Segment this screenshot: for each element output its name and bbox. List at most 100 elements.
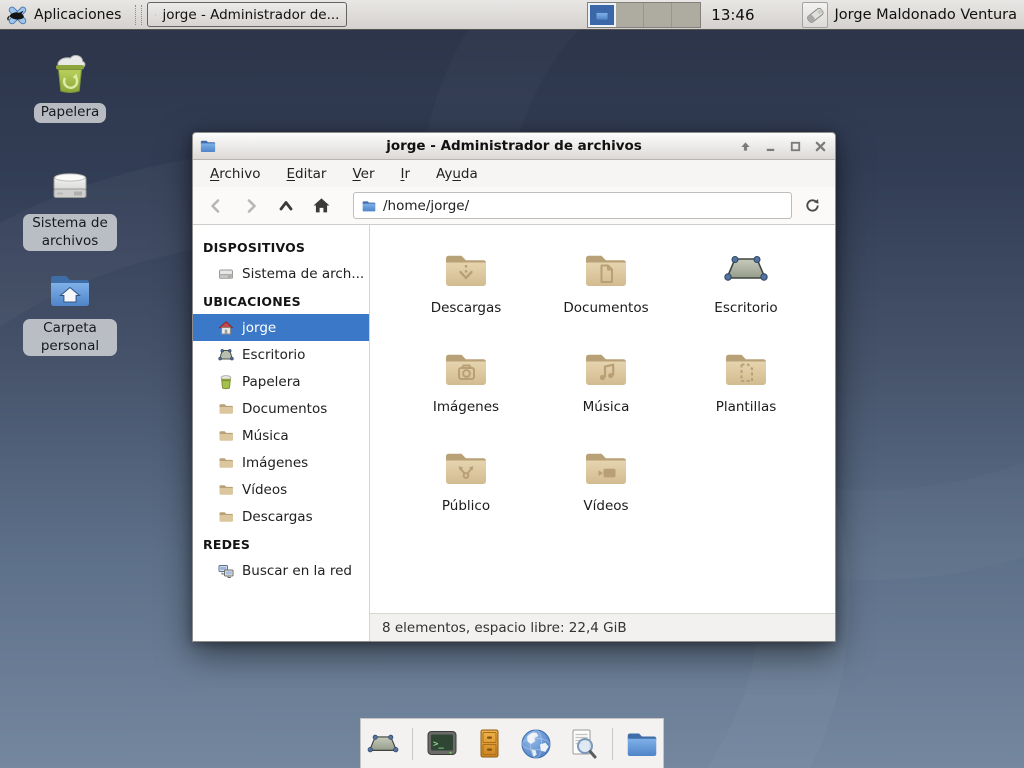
sidebar-item-buscar-en-la-red[interactable]: Buscar en la red <box>193 557 369 584</box>
home-icon <box>218 320 234 336</box>
up-button[interactable] <box>271 192 301 220</box>
show-desktop-icon <box>366 727 400 761</box>
terminal-launcher[interactable] <box>424 726 460 762</box>
home-button[interactable] <box>306 192 336 220</box>
workspace-1[interactable] <box>588 3 616 27</box>
file-descargas[interactable]: Descargas <box>396 245 536 344</box>
sidebar-item-musica[interactable]: Música <box>193 422 369 449</box>
folder-music-icon <box>582 344 630 392</box>
sidebar-item-escritorio[interactable]: Escritorio <box>193 341 369 368</box>
file-name: Imágenes <box>433 399 499 415</box>
shade-icon <box>739 140 752 153</box>
minimize-icon <box>764 140 777 153</box>
path-text: /home/jorge/ <box>383 198 469 214</box>
file-name: Descargas <box>431 300 502 316</box>
sidebar-item-documentos[interactable]: Documentos <box>193 395 369 422</box>
file-manager-window-icon <box>155 7 156 23</box>
search-files-launcher[interactable] <box>565 726 601 762</box>
file-view: Descargas Documentos Escritorio <box>370 225 835 641</box>
menu-editar[interactable]: Editar <box>273 162 339 186</box>
sidebar-item-label: Imágenes <box>242 455 308 471</box>
shade-button[interactable] <box>736 137 754 155</box>
harddrive-icon <box>46 161 94 209</box>
menu-ver[interactable]: Ver <box>339 162 387 186</box>
user-action-icon-box <box>802 2 828 28</box>
file-escritorio[interactable]: Escritorio <box>676 245 816 344</box>
menu-ir[interactable]: Ir <box>388 162 424 186</box>
folder-icon <box>218 509 234 525</box>
file-videos[interactable]: Vídeos <box>536 443 676 542</box>
minimize-button[interactable] <box>761 137 779 155</box>
folder-documents-icon <box>582 245 630 293</box>
file-name: Público <box>442 498 490 514</box>
sidebar-item-label: Documentos <box>242 401 327 417</box>
file-publico[interactable]: Público <box>396 443 536 542</box>
sidebar-item-sistema-de-archivos[interactable]: Sistema de arch... <box>193 260 369 287</box>
xfce-logo-icon <box>6 3 29 26</box>
window-titlebar[interactable]: jorge - Administrador de archivos <box>193 133 835 160</box>
search-files-icon <box>566 727 600 761</box>
file-name: Escritorio <box>714 300 777 316</box>
sidebar-item-jorge[interactable]: jorge <box>193 314 369 341</box>
file-name: Documentos <box>563 300 648 316</box>
web-browser-launcher[interactable] <box>518 726 554 762</box>
path-folder-icon <box>361 198 377 214</box>
workspace-4[interactable] <box>672 3 700 27</box>
sidebar: DISPOSITIVOS Sistema de arch... UBICACIO… <box>193 225 370 641</box>
statusbar-text: 8 elementos, espacio libre: 22,4 GiB <box>382 620 627 636</box>
sidebar-item-papelera[interactable]: Papelera <box>193 368 369 395</box>
user-name: Jorge Maldonado Ventura <box>835 7 1017 23</box>
sidebar-item-label: Descargas <box>242 509 313 525</box>
file-manager-window: jorge - Administrador de archivos Archiv… <box>192 132 836 642</box>
sidebar-item-descargas[interactable]: Descargas <box>193 503 369 530</box>
network-icon <box>218 563 234 579</box>
desktop-icon-papelera[interactable]: Papelera <box>22 50 118 123</box>
menu-archivo[interactable]: Archivo <box>197 162 273 186</box>
file-imagenes[interactable]: Imágenes <box>396 344 536 443</box>
file-plantillas[interactable]: Plantillas <box>676 344 816 443</box>
show-desktop-button[interactable] <box>365 726 401 762</box>
folder-public-icon <box>442 443 490 491</box>
menu-ayuda[interactable]: Ayuda <box>423 162 491 186</box>
folder-icon <box>218 428 234 444</box>
forward-button[interactable] <box>236 192 266 220</box>
trash-icon <box>218 374 234 390</box>
folder-icon <box>218 455 234 471</box>
file-documentos[interactable]: Documentos <box>536 245 676 344</box>
up-icon <box>277 197 295 215</box>
sidebar-item-imagenes[interactable]: Imágenes <box>193 449 369 476</box>
sidebar-item-label: Vídeos <box>242 482 287 498</box>
path-entry[interactable]: /home/jorge/ <box>353 192 792 219</box>
workspace-switcher <box>587 2 701 28</box>
sidebar-item-label: Sistema de arch... <box>242 266 364 282</box>
reload-button[interactable] <box>797 192 827 220</box>
folder-templates-icon <box>722 344 770 392</box>
folder-icon <box>218 401 234 417</box>
file-grid[interactable]: Descargas Documentos Escritorio <box>370 225 835 613</box>
back-button[interactable] <box>201 192 231 220</box>
desktop-icon-sistema-de-archivos[interactable]: Sistema de archivos <box>22 161 118 251</box>
close-button[interactable] <box>811 137 829 155</box>
sidebar-item-label: jorge <box>242 320 276 336</box>
file-cabinet-launcher[interactable] <box>471 726 507 762</box>
folder-videos-icon <box>582 443 630 491</box>
desktop-icon-label: Sistema de archivos <box>23 214 117 251</box>
applications-menu-button[interactable]: Aplicaciones <box>4 1 127 28</box>
maximize-button[interactable] <box>786 137 804 155</box>
user-actions-button[interactable]: Jorge Maldonado Ventura <box>799 1 1020 29</box>
sidebar-header-network: REDES <box>193 530 369 557</box>
sidebar-header-devices: DISPOSITIVOS <box>193 233 369 260</box>
sidebar-item-videos[interactable]: Vídeos <box>193 476 369 503</box>
desktop-icon-carpeta-personal[interactable]: Carpeta personal <box>22 266 118 356</box>
workspace-3[interactable] <box>644 3 672 27</box>
desktop-icon <box>722 245 770 293</box>
tasklist-grip[interactable] <box>135 5 142 25</box>
file-musica[interactable]: Música <box>536 344 676 443</box>
taskbar-window-button[interactable]: jorge - Administrador de... <box>147 2 347 27</box>
folder-icon <box>218 482 234 498</box>
trash-full-icon <box>46 50 94 98</box>
reload-icon <box>804 197 821 214</box>
file-manager-launcher[interactable] <box>624 726 660 762</box>
folder-download-icon <box>442 245 490 293</box>
workspace-2[interactable] <box>616 3 644 27</box>
